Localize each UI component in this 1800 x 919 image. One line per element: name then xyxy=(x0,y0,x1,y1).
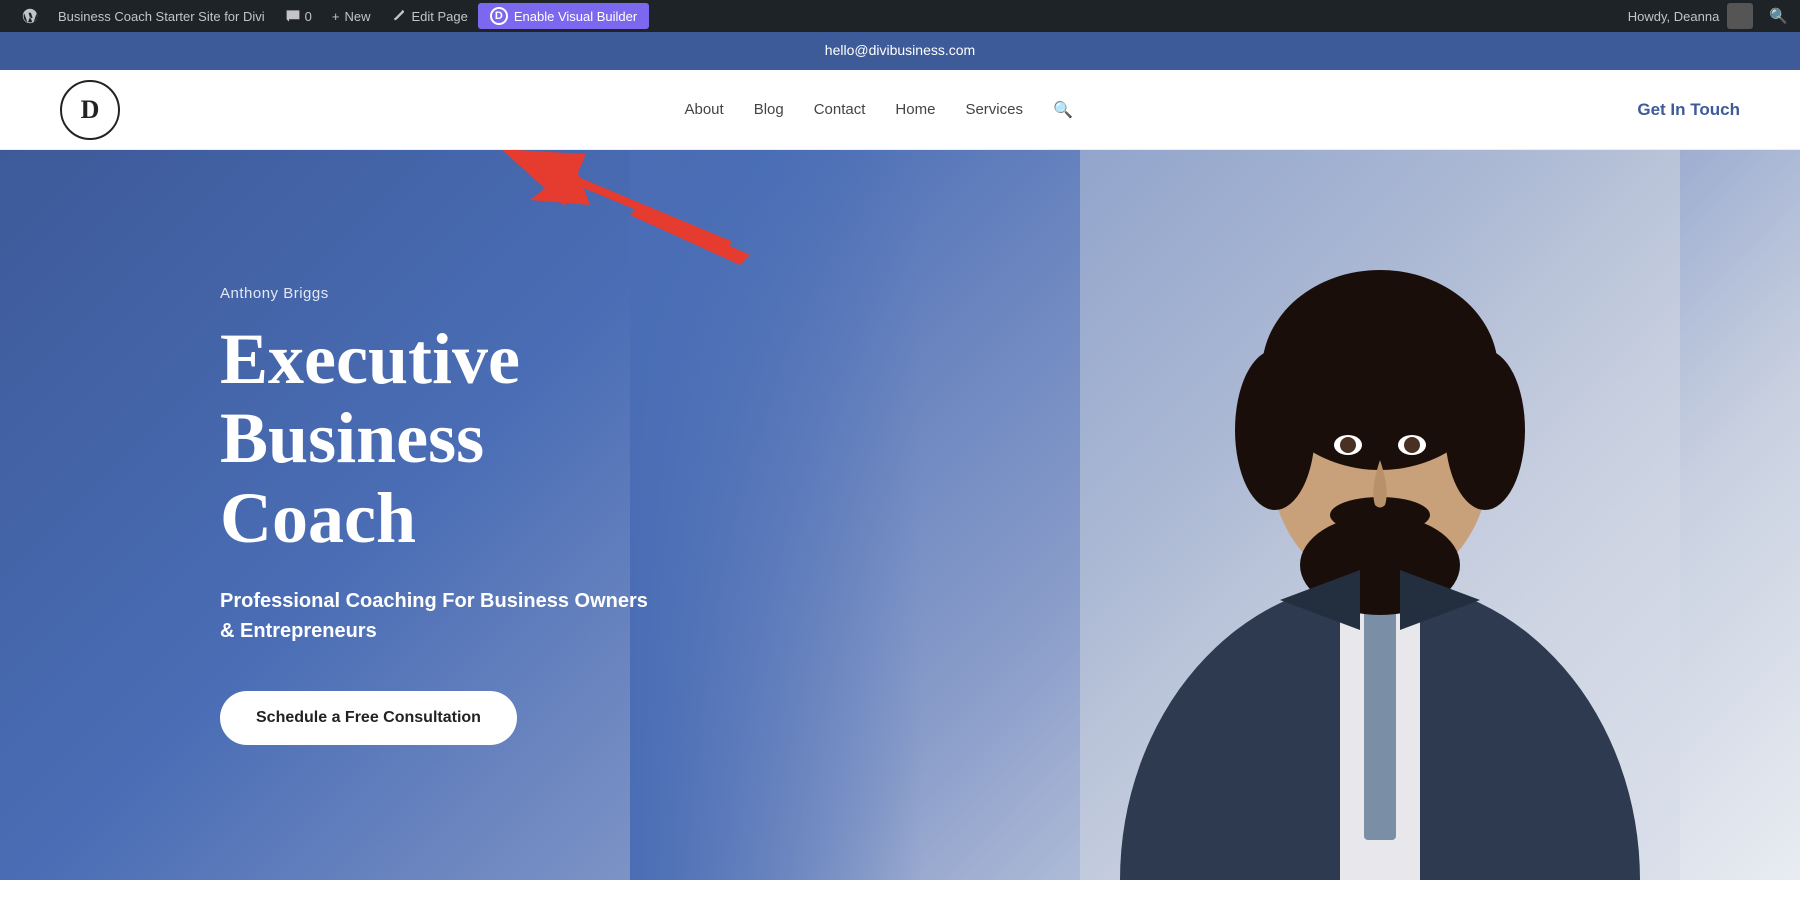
edit-page-admin[interactable]: Edit Page xyxy=(380,0,477,32)
nav-about[interactable]: About xyxy=(684,101,723,118)
divi-icon: D xyxy=(490,7,508,25)
nav-contact[interactable]: Contact xyxy=(814,101,866,118)
site-name-admin[interactable]: Business Coach Starter Site for Divi xyxy=(48,0,275,32)
new-admin[interactable]: + New xyxy=(322,0,381,32)
wp-admin-bar: Business Coach Starter Site for Divi 0 +… xyxy=(0,0,1800,32)
wp-logo[interactable] xyxy=(12,0,48,32)
nav-services[interactable]: Services xyxy=(965,101,1023,118)
enable-visual-builder-button[interactable]: D Enable Visual Builder xyxy=(478,3,649,29)
email-link[interactable]: hello@divibusiness.com xyxy=(825,42,975,58)
hero-photo xyxy=(630,150,1800,880)
nav-home[interactable]: Home xyxy=(895,101,935,118)
hero-section: Anthony Briggs Executive Business Coach … xyxy=(0,150,1800,880)
top-bar: hello@divibusiness.com xyxy=(0,32,1800,70)
get-in-touch-link[interactable]: Get In Touch xyxy=(1637,100,1740,120)
nav-blog[interactable]: Blog xyxy=(754,101,784,118)
main-nav: About Blog Contact Home Services 🔍 xyxy=(684,100,1072,120)
hero-subtitle: Anthony Briggs xyxy=(220,285,650,302)
search-button[interactable]: 🔍 xyxy=(1053,100,1073,120)
hero-title: Executive Business Coach xyxy=(220,320,650,558)
cta-button[interactable]: Schedule a Free Consultation xyxy=(220,691,517,745)
hero-description: Professional Coaching For Business Owner… xyxy=(220,586,650,646)
site-logo[interactable]: D xyxy=(60,80,120,140)
hero-content: Anthony Briggs Executive Business Coach … xyxy=(0,205,650,825)
user-avatar xyxy=(1727,3,1753,29)
comments-admin[interactable]: 0 xyxy=(275,0,322,32)
person-figure xyxy=(1040,150,1720,880)
howdy-text: Howdy, Deanna xyxy=(1628,9,1720,24)
site-header: D About Blog Contact Home Services 🔍 Get… xyxy=(0,70,1800,150)
admin-search-icon[interactable]: 🔍 xyxy=(1769,7,1788,25)
